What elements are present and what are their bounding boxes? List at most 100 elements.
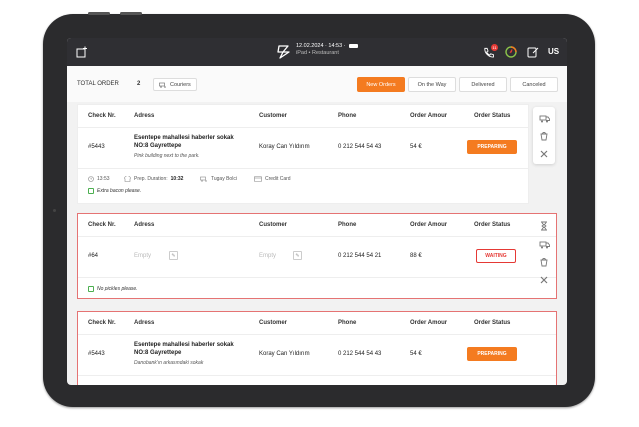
address-line-1: Esentepe mahallesi haberler sokak bbox=[134, 135, 234, 141]
divider bbox=[78, 334, 556, 335]
order-actions bbox=[533, 216, 555, 292]
courier-assign-icon[interactable] bbox=[538, 112, 550, 124]
package-icon[interactable] bbox=[538, 256, 550, 268]
extra-note: No pickles please. bbox=[88, 286, 138, 292]
note-icon bbox=[88, 188, 94, 194]
status-badge[interactable]: PREPARING bbox=[467, 140, 517, 154]
tab-delivered[interactable]: Delivered bbox=[459, 77, 507, 92]
column-header-check: Check Nr. bbox=[88, 222, 116, 228]
user-avatar[interactable]: US bbox=[548, 47, 559, 56]
payment-method: Credit Card bbox=[265, 176, 291, 182]
date-time-block: 12.02.2024 · 14:53 · iPad • Restaurant bbox=[296, 43, 358, 57]
order-card[interactable]: Check Nr. Adress Customer Phone Order Am… bbox=[77, 213, 557, 299]
column-header-address: Adress bbox=[134, 222, 155, 228]
customer-name: Koray Can Yıldırım bbox=[259, 351, 310, 357]
address-line-2: NO:8 Gayrettepe bbox=[134, 143, 182, 149]
customer-name: Koray Can Yıldırım bbox=[259, 144, 310, 150]
column-header-customer: Customer bbox=[259, 320, 288, 326]
courier-info: Tugay Bolci bbox=[200, 176, 237, 182]
battery-icon bbox=[348, 43, 358, 48]
order-amount: 54 € bbox=[410, 351, 422, 357]
column-header-phone: Phone bbox=[338, 222, 357, 228]
close-icon[interactable] bbox=[538, 148, 550, 160]
gauge-icon[interactable] bbox=[504, 45, 518, 59]
prep-label: Prep. Duration: bbox=[134, 176, 168, 182]
time-value: 13:53 bbox=[97, 176, 110, 182]
column-header-check: Check Nr. bbox=[88, 320, 116, 326]
app-logo-icon bbox=[276, 44, 292, 60]
chef-icon bbox=[124, 176, 131, 182]
extra-note: Extra bacon please. bbox=[88, 188, 141, 194]
scooter-icon bbox=[200, 176, 207, 182]
new-window-icon[interactable] bbox=[75, 45, 89, 59]
tablet-volume-button bbox=[88, 12, 110, 15]
edit-icon[interactable] bbox=[526, 45, 540, 59]
column-header-amount: Order Amour bbox=[410, 222, 448, 228]
clock-icon bbox=[88, 176, 94, 182]
hourglass-icon[interactable] bbox=[538, 220, 550, 232]
phone-number: 0 212 544 54 21 bbox=[338, 253, 382, 259]
package-icon[interactable] bbox=[538, 130, 550, 142]
divider bbox=[78, 375, 556, 376]
divider bbox=[78, 236, 556, 237]
order-card[interactable]: Check Nr. Adress Customer Phone Order Am… bbox=[77, 311, 557, 385]
tab-on-the-way[interactable]: On the Way bbox=[408, 77, 456, 92]
payment-info: Credit Card bbox=[254, 176, 291, 182]
column-header-customer: Customer bbox=[259, 222, 288, 228]
edit-address-button[interactable]: ✎ bbox=[169, 251, 178, 260]
column-header-status: Order Status bbox=[474, 113, 511, 119]
total-order-label: TOTAL ORDER bbox=[77, 81, 119, 87]
note-icon bbox=[88, 286, 94, 292]
address-note: Danobank'ın arkasındaki sokak bbox=[134, 360, 204, 366]
extra-text: Extra bacon please. bbox=[97, 188, 142, 194]
column-header-phone: Phone bbox=[338, 113, 357, 119]
column-header-phone: Phone bbox=[338, 320, 357, 326]
check-number: #64 bbox=[88, 253, 99, 259]
courier-icon bbox=[159, 82, 166, 88]
column-header-amount: Order Amour bbox=[410, 320, 448, 326]
address-line-2: NO:8 Gayrettepe bbox=[134, 350, 182, 356]
extra-text: No pickles please. bbox=[97, 286, 138, 292]
location-label: iPad • Restaurant bbox=[296, 50, 339, 56]
date-time: 12.02.2024 · 14:53 · bbox=[296, 43, 346, 49]
app-screen: 12.02.2024 · 14:53 · iPad • Restaurant 1… bbox=[67, 38, 567, 385]
credit-card-icon bbox=[254, 176, 262, 182]
total-order-count: 2 bbox=[137, 81, 141, 87]
order-card[interactable]: Check Nr. Adress Customer Phone Order Am… bbox=[77, 104, 529, 204]
tablet-power-button bbox=[120, 12, 142, 15]
status-badge[interactable]: WAITING bbox=[476, 249, 516, 263]
tab-new-orders[interactable]: New Orders bbox=[357, 77, 405, 92]
order-actions bbox=[533, 107, 555, 164]
address-line-1: Esentepe mahallesi haberler sokak bbox=[134, 342, 234, 348]
status-badge[interactable]: PREPARING bbox=[467, 347, 517, 361]
column-header-status: Order Status bbox=[474, 222, 511, 228]
close-icon[interactable] bbox=[538, 274, 550, 286]
column-header-customer: Customer bbox=[259, 113, 288, 119]
prep-value: 10:32 bbox=[170, 176, 184, 182]
tablet-camera bbox=[53, 209, 56, 212]
address-note: Pink building next to the park. bbox=[134, 153, 200, 159]
phone-number: 0 212 544 54 43 bbox=[338, 351, 382, 357]
column-header-amount: Order Amour bbox=[410, 113, 448, 119]
divider bbox=[78, 277, 556, 278]
tab-canceled[interactable]: Canceled bbox=[510, 77, 558, 92]
couriers-label: Couriers bbox=[170, 81, 191, 88]
address-empty: Empty bbox=[134, 253, 152, 259]
filter-bar: TOTAL ORDER 2 Couriers New Orders On the… bbox=[67, 66, 567, 102]
phone-number: 0 212 544 54 43 bbox=[338, 144, 382, 150]
edit-customer-button[interactable]: ✎ bbox=[293, 251, 302, 260]
courier-assign-icon[interactable] bbox=[538, 238, 550, 250]
courier-name: Tugay Bolci bbox=[211, 176, 237, 182]
divider bbox=[78, 168, 528, 169]
column-header-check: Check Nr. bbox=[88, 113, 116, 119]
column-header-status: Order Status bbox=[474, 320, 511, 326]
order-time: 13:53 bbox=[88, 176, 110, 182]
check-number: #5443 bbox=[88, 351, 105, 357]
column-header-address: Adress bbox=[134, 113, 155, 119]
couriers-button[interactable]: Couriers bbox=[153, 78, 197, 91]
customer-empty: Empty bbox=[259, 253, 277, 259]
notification-badge: 11 bbox=[491, 44, 498, 51]
prep-duration: Prep. Duration: 10:32 bbox=[124, 176, 183, 182]
divider bbox=[78, 127, 528, 128]
check-number: #5443 bbox=[88, 144, 105, 150]
